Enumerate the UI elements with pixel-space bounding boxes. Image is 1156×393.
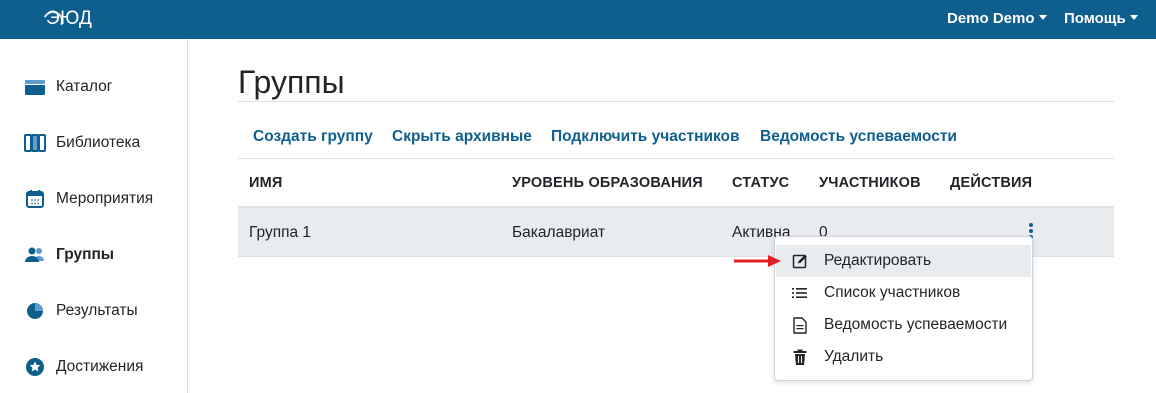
- top-navbar: ЭЮД Demo Demo Помощь: [0, 0, 1156, 39]
- calendar-icon: [24, 188, 46, 210]
- chevron-down-icon: [1129, 15, 1138, 20]
- menu-item-edit[interactable]: Редактировать: [776, 245, 1031, 277]
- sidebar-item-results[interactable]: Результаты: [24, 299, 138, 323]
- list-icon: [791, 284, 809, 302]
- cell-education-level: Бакалавриат: [512, 224, 606, 241]
- page-title: Группы: [238, 64, 345, 100]
- pie-chart-icon: [24, 300, 46, 322]
- help-menu-label: Помощь: [1064, 10, 1126, 27]
- menu-item-label: Ведомость успеваемости: [824, 316, 1008, 333]
- hide-archived-link[interactable]: Скрыть архивные: [392, 128, 532, 146]
- menu-item-label: Редактировать: [824, 252, 932, 269]
- row-actions-menu: Редактировать Список участников Ведомост…: [774, 236, 1033, 381]
- trash-icon: [791, 348, 809, 366]
- sidebar-item-achievements[interactable]: Достижения: [24, 355, 143, 379]
- sidebar-item-events[interactable]: Мероприятия: [24, 187, 153, 211]
- create-group-link[interactable]: Создать группу: [253, 128, 373, 146]
- connect-participants-link[interactable]: Подключить участников: [551, 128, 740, 146]
- sidebar-item-label: Группы: [56, 246, 115, 263]
- sidebar-item-catalog[interactable]: Каталог: [24, 75, 112, 99]
- sidebar-item-label: Достижения: [56, 358, 144, 375]
- users-icon: [24, 244, 46, 266]
- column-header-members: УЧАСТНИКОВ: [819, 175, 921, 191]
- menu-item-gradebook[interactable]: Ведомость успеваемости: [776, 309, 1031, 341]
- sidebar-item-groups[interactable]: Группы: [24, 243, 114, 267]
- column-header-name: ИМЯ: [249, 175, 283, 191]
- sidebar-item-label: Библиотека: [56, 134, 141, 151]
- menu-item-participants-list[interactable]: Список участников: [776, 277, 1031, 309]
- user-menu-label: Demo Demo: [947, 10, 1035, 27]
- star-badge-icon: [24, 356, 46, 378]
- menu-item-label: Список участников: [824, 284, 961, 301]
- column-header-status: СТАТУС: [732, 175, 790, 191]
- sidebar-item-library[interactable]: Библиотека: [24, 131, 140, 155]
- app-logo[interactable]: ЭЮД: [40, 8, 92, 34]
- document-icon: [791, 316, 809, 334]
- column-header-level: УРОВЕНЬ ОБРАЗОВАНИЯ: [512, 175, 703, 191]
- title-divider: [238, 101, 1114, 102]
- user-menu-dropdown[interactable]: Demo Demo: [947, 10, 1047, 27]
- sidebar-item-label: Мероприятия: [56, 190, 154, 207]
- table-top-border: [238, 158, 1114, 159]
- menu-item-label: Удалить: [824, 348, 884, 365]
- library-icon: [24, 132, 46, 154]
- cell-group-name: Группа 1: [249, 224, 312, 241]
- sidebar-item-label: Каталог: [56, 78, 113, 95]
- gradebook-link[interactable]: Ведомость успеваемости: [760, 128, 957, 146]
- sidebar: Каталог Библиотека Мероприятия Группы Ре…: [0, 39, 188, 393]
- help-menu-dropdown[interactable]: Помощь: [1064, 10, 1138, 27]
- catalog-icon: [24, 76, 46, 98]
- column-header-actions: ДЕЙСТВИЯ: [950, 175, 1033, 191]
- menu-item-delete[interactable]: Удалить: [776, 341, 1031, 373]
- red-arrow-icon: [734, 255, 781, 267]
- edit-icon: [791, 252, 809, 270]
- sidebar-item-label: Результаты: [56, 302, 138, 319]
- chevron-down-icon: [1038, 15, 1047, 20]
